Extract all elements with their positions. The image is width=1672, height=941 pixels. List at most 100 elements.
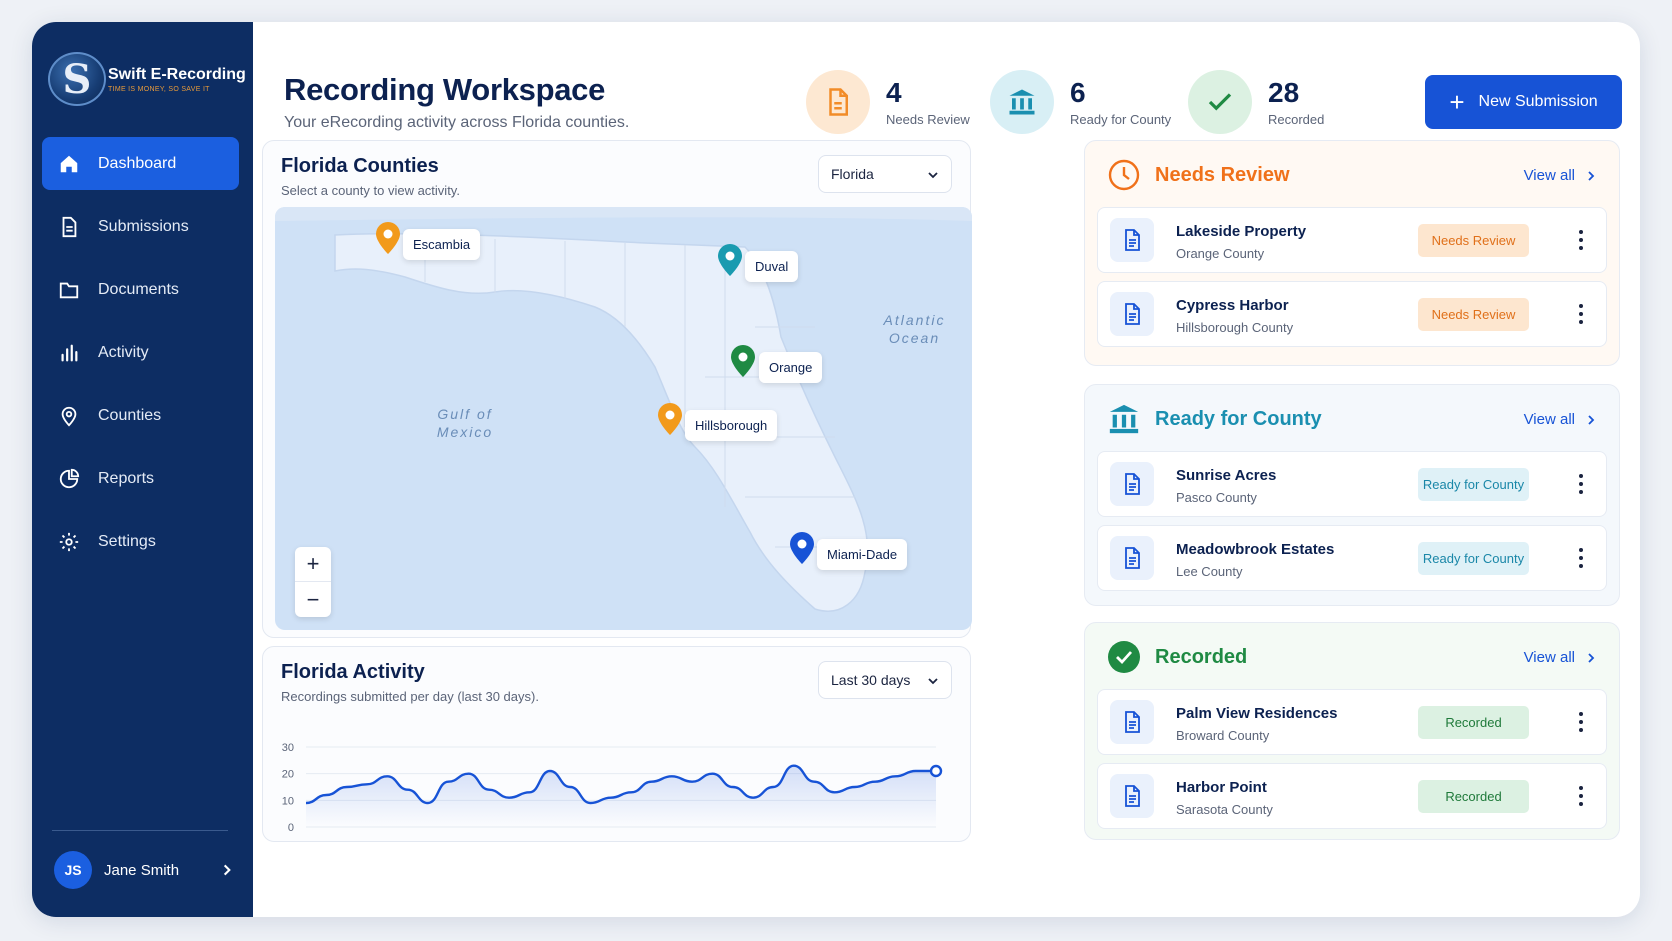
avatar: JS [54,851,92,889]
stat-needs-review[interactable]: 4 Needs Review [806,70,970,134]
sidebar-item-documents[interactable]: Documents [42,263,239,316]
view-all-link[interactable]: View all [1524,649,1597,666]
series-end-point[interactable] [929,764,943,778]
pie-chart-icon [59,468,80,488]
doc-icon-wrap [1110,462,1154,506]
item-county: Hillsborough County [1176,320,1294,335]
page-title: Recording Workspace [284,72,606,107]
sidebar-item-label: Dashboard [98,154,177,172]
map-pin-icon[interactable] [730,344,756,378]
doc-icon-wrap [1110,292,1154,336]
group-title: Recorded [1155,645,1248,668]
document-icon [1125,473,1140,495]
user-name: Jane Smith [104,861,180,879]
sidebar-nav: Dashboard Submissions Documents Activity… [42,137,239,578]
sidebar-item-reports[interactable]: Reports [42,452,239,505]
more-options-icon[interactable] [1578,546,1584,570]
sidebar-item-settings[interactable]: Settings [42,515,239,568]
sidebar-item-activity[interactable]: Activity [42,326,239,379]
more-options-icon[interactable] [1578,472,1584,496]
brand-logo[interactable]: S Swift E-Recording TIME IS MONEY, SO SA… [48,52,246,106]
more-options-icon[interactable] [1578,710,1584,734]
folder-icon [59,282,79,298]
list-item[interactable]: Cypress Harbor Hillsborough County Needs… [1097,281,1607,347]
item-name: Lakeside Property [1176,223,1307,240]
doc-icon-wrap [1110,700,1154,744]
sidebar-divider [52,830,228,831]
stat-ready-for-county[interactable]: 6 Ready for County [990,70,1171,134]
brand-tagline: TIME IS MONEY, SO SAVE IT [108,85,210,93]
y-tick-label: 0 [288,822,294,834]
list-item[interactable]: Sunrise Acres Pasco County Ready for Cou… [1097,451,1607,517]
list-item[interactable]: Meadowbrook Estates Lee County Ready for… [1097,525,1607,591]
app-window: S Swift E-Recording TIME IS MONEY, SO SA… [32,22,1640,917]
activity-card-subtitle: Recordings submitted per day (last 30 da… [281,689,539,704]
user-profile[interactable]: JS Jane Smith [54,851,234,889]
document-icon [1125,547,1140,569]
group-header: Needs Review [1107,157,1290,193]
sidebar: S Swift E-Recording TIME IS MONEY, SO SA… [32,22,253,917]
item-county: Sarasota County [1176,802,1273,817]
sidebar-item-dashboard[interactable]: Dashboard [42,137,239,190]
map-card-title: Florida Counties [281,155,439,177]
item-county: Broward County [1176,728,1270,743]
view-all-link[interactable]: View all [1524,167,1597,184]
list-item[interactable]: Palm View Residences Broward County Reco… [1097,689,1607,755]
item-name: Harbor Point [1176,779,1267,796]
more-options-icon[interactable] [1578,228,1584,252]
pin-label-miami-dade[interactable]: Miami-Dade [817,539,908,570]
gear-icon [59,532,79,551]
home-icon [60,155,78,172]
pin-label-orange[interactable]: Orange [759,352,823,383]
file-icon [62,216,77,237]
doc-icon-wrap [1110,218,1154,262]
new-submission-button[interactable]: + New Submission [1425,75,1622,129]
more-options-icon[interactable] [1578,302,1584,326]
map-pin-icon[interactable] [789,531,815,565]
document-icon [1125,229,1140,251]
date-range-select[interactable]: Last 30 days [818,661,952,699]
y-tick-label: 20 [282,769,294,781]
list-item[interactable]: Lakeside Property Orange County Needs Re… [1097,207,1607,273]
item-name: Sunrise Acres [1176,467,1277,484]
sidebar-item-counties[interactable]: Counties [42,389,239,442]
florida-map[interactable]: Atlantic Ocean Gulf of Mexico Escambia D… [275,207,972,630]
plus-icon: + [1449,87,1465,117]
group-title: Ready for County [1155,407,1322,430]
chevron-right-icon [1588,414,1595,425]
item-name: Palm View Residences [1176,705,1338,722]
check-circle-icon [1108,641,1140,673]
pin-label-escambia[interactable]: Escambia [403,229,481,260]
doc-icon-wrap [1110,774,1154,818]
sidebar-item-label: Counties [98,406,162,424]
document-icon [1125,785,1140,807]
group-title: Needs Review [1155,163,1290,186]
list-item[interactable]: Harbor Point Sarasota County Recorded [1097,763,1607,829]
zoom-out-button[interactable]: − [295,582,331,617]
item-county: Lee County [1176,564,1243,579]
pin-label-hillsborough[interactable]: Hillsborough [685,410,778,441]
map-pin-icon[interactable] [657,402,683,436]
sidebar-item-submissions[interactable]: Submissions [42,200,239,253]
map-pin-icon[interactable] [375,221,401,255]
chevron-down-icon [928,172,938,179]
stat-label: Needs Review [886,111,970,127]
map-pin-icon[interactable] [717,243,743,277]
pin-label-duval[interactable]: Duval [745,251,799,282]
view-all-link[interactable]: View all [1524,411,1597,428]
stat-recorded[interactable]: 28 Recorded [1188,70,1324,134]
date-range-value: Last 30 days [831,672,911,688]
view-all-label: View all [1523,649,1575,666]
state-select[interactable]: Florida [818,155,952,193]
doc-icon-wrap [1110,536,1154,580]
stat-value: 28 [1268,76,1300,108]
more-options-icon[interactable] [1578,784,1584,808]
sidebar-item-label: Reports [98,469,155,487]
y-tick-label: 10 [282,795,294,807]
bar-chart-icon [61,344,78,361]
clock-icon [1108,159,1140,191]
zoom-in-button[interactable]: + [295,547,331,582]
check-icon [1208,93,1232,111]
document-icon [829,88,848,116]
sidebar-item-label: Submissions [98,217,189,235]
